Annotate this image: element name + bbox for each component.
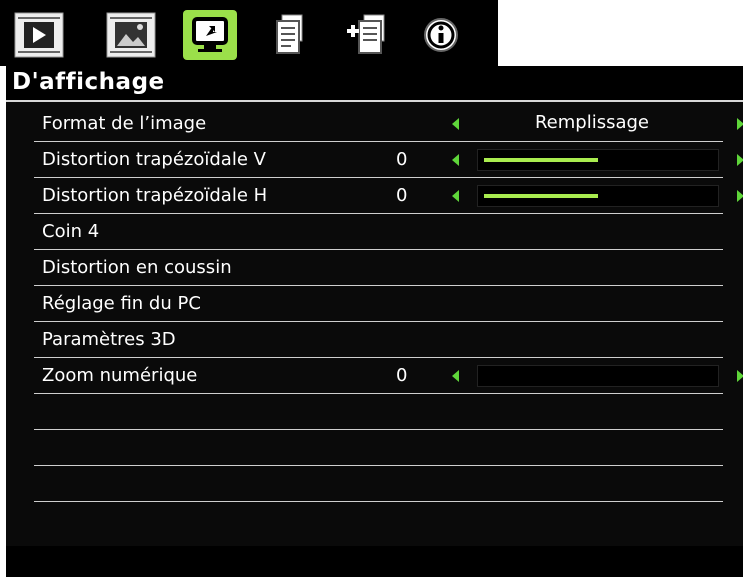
keystone-h-value: 0: [396, 185, 408, 206]
menu-item-format[interactable]: Format de l’image Remplissage: [34, 106, 743, 142]
format-option-value: Remplissage: [534, 112, 650, 133]
arrow-left-icon[interactable]: [452, 190, 459, 202]
menu-item-empty: [34, 466, 723, 502]
menu-item-label: Distortion trapézoïdale H: [42, 185, 268, 206]
info-icon: [424, 18, 458, 52]
menu-item-keystone-v[interactable]: Distortion trapézoïdale V 0: [34, 142, 743, 178]
tab-add-document[interactable]: [340, 10, 394, 60]
tab-info[interactable]: [414, 10, 468, 60]
arrow-left-icon[interactable]: [452, 370, 459, 382]
menu-item-pincushion[interactable]: Distortion en coussin: [34, 250, 723, 286]
menu-item-pc-fine-tune[interactable]: Réglage fin du PC: [34, 286, 723, 322]
tab-bar: [0, 0, 498, 66]
tab-document[interactable]: [262, 10, 316, 60]
slider-fill: [484, 158, 598, 162]
slider-fill: [484, 194, 598, 198]
document-icon: [276, 14, 303, 54]
menu-item-label: Réglage fin du PC: [42, 293, 201, 314]
play-icon: [14, 12, 64, 58]
menu-item-empty: [34, 430, 723, 466]
menu-item-empty: [34, 394, 723, 430]
keystone-h-slider[interactable]: [477, 185, 719, 207]
arrow-right-icon[interactable]: [737, 154, 743, 166]
menu-list: Format de l’image Remplissage Distortion…: [6, 106, 743, 502]
menu-panel: D'affichage Format de l’image Remplissag…: [6, 66, 743, 577]
menu-item-label: Paramètres 3D: [42, 329, 176, 350]
digital-zoom-value: 0: [396, 365, 408, 386]
menu-item-label: Format de l’image: [42, 113, 207, 134]
digital-zoom-slider[interactable]: [477, 365, 719, 387]
tab-picture[interactable]: [104, 10, 158, 60]
arrow-right-icon[interactable]: [737, 118, 743, 130]
menu-item-label: Distortion trapézoïdale V: [42, 149, 266, 170]
picture-icon: [106, 12, 156, 58]
menu-item-label: Zoom numérique: [42, 365, 198, 386]
menu-item-label: Coin 4: [42, 221, 100, 242]
add-document-icon: [347, 14, 385, 54]
menu-item-corner-4[interactable]: Coin 4: [34, 214, 723, 250]
keystone-v-slider[interactable]: [477, 149, 719, 171]
arrow-left-icon[interactable]: [452, 154, 459, 166]
menu-item-3d-settings[interactable]: Paramètres 3D: [34, 322, 723, 358]
menu-item-digital-zoom[interactable]: Zoom numérique 0: [34, 358, 743, 394]
arrow-right-icon[interactable]: [737, 370, 743, 382]
tab-play[interactable]: [12, 10, 66, 60]
menu-item-keystone-h[interactable]: Distortion trapézoïdale H 0: [34, 178, 743, 214]
keystone-v-value: 0: [396, 149, 408, 170]
menu-title-bar: D'affichage: [6, 66, 743, 102]
arrow-left-icon[interactable]: [452, 118, 459, 130]
menu-item-label: Distortion en coussin: [42, 257, 232, 278]
menu-footer: [6, 546, 743, 577]
menu-title: D'affichage: [12, 69, 165, 95]
arrow-right-icon[interactable]: [737, 190, 743, 202]
display-icon: [192, 17, 228, 52]
tab-display[interactable]: [183, 10, 237, 60]
